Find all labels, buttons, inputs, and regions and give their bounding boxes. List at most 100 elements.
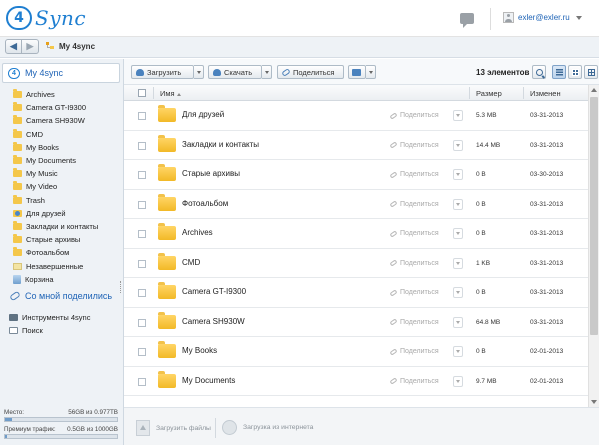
row-share-button[interactable]: Поделиться (389, 259, 439, 267)
sidebar-item-my-books[interactable]: My Books (13, 141, 98, 154)
tile-view-button[interactable] (568, 65, 582, 79)
upload-from-internet-link[interactable]: Загрузка из интернета (222, 420, 313, 435)
scrollbar-thumb[interactable] (590, 97, 598, 335)
table-row[interactable]: Archives Поделиться 0 B 03-31-2013 (124, 219, 588, 249)
table-row[interactable]: Фотоальбом Поделиться 0 B 03-31-2013 (124, 189, 588, 219)
sidebar-item-for-friends[interactable]: Для друзей (13, 207, 98, 220)
table-row[interactable]: My Documents Поделиться 9.7 MB 02-01-2013 (124, 366, 588, 396)
column-name-label: Имя (160, 89, 175, 98)
row-name[interactable]: Archives (182, 228, 213, 237)
4sync-logo[interactable]: 4 Sync (6, 5, 86, 31)
row-name[interactable]: My Books (182, 346, 217, 355)
sidebar-item-bookmarks-contacts[interactable]: Закладки и контакты (13, 220, 98, 233)
sidebar-item-recycle-bin[interactable]: Корзина (13, 273, 98, 286)
sidebar-item-old-archives[interactable]: Старые архивы (13, 233, 98, 246)
row-name[interactable]: CMD (182, 258, 200, 267)
upload-files-link[interactable]: Загрузить файлы (136, 420, 211, 436)
row-checkbox[interactable] (138, 348, 146, 356)
row-share-button[interactable]: Поделиться (389, 347, 439, 356)
download-button[interactable]: Скачать (208, 65, 262, 79)
row-checkbox[interactable] (138, 259, 146, 268)
row-share-button[interactable]: Поделиться (389, 318, 439, 326)
row-share-button[interactable]: Поделиться (389, 170, 439, 179)
back-button[interactable]: ◀ (5, 39, 22, 54)
sidebar-my-4sync[interactable]: 4 My 4sync (2, 63, 120, 83)
row-actions-dropdown[interactable] (453, 169, 463, 180)
row-checkbox[interactable] (138, 200, 146, 209)
table-row[interactable]: Для друзей Поделиться 5.3 MB 03-31-2013 (124, 101, 588, 131)
row-checkbox[interactable] (138, 112, 146, 120)
sidebar-item-search[interactable]: Поиск (9, 324, 90, 337)
sidebar-item-trash-folder[interactable]: Trash (13, 194, 98, 207)
scroll-up-arrow-icon[interactable] (591, 88, 597, 92)
vertical-scrollbar[interactable] (588, 85, 599, 407)
download-dropdown-button[interactable] (262, 65, 272, 79)
row-checkbox[interactable] (138, 289, 146, 297)
forward-button[interactable]: ▶ (22, 39, 39, 54)
row-actions-dropdown[interactable] (453, 287, 463, 298)
chat-icon[interactable] (460, 13, 474, 28)
row-actions-dropdown[interactable] (453, 198, 463, 210)
share-button[interactable]: Поделиться (277, 65, 344, 79)
row-share-button[interactable]: Поделиться (389, 141, 439, 149)
row-actions-dropdown[interactable] (453, 346, 463, 357)
column-size-header[interactable]: Размер (476, 89, 502, 98)
upload-button[interactable]: Загрузить (131, 65, 194, 79)
list-view-button[interactable] (552, 65, 566, 79)
row-name[interactable]: Старые архивы (182, 169, 240, 178)
sidebar-item-camera-gt-i9300[interactable]: Camera GT-I9300 (13, 101, 98, 114)
select-all-checkbox[interactable] (138, 89, 146, 97)
column-name-header[interactable]: Имя (160, 89, 181, 98)
row-actions-dropdown[interactable] (453, 257, 463, 269)
table-row[interactable]: Camera GT-I9300 Поделиться 0 B 03-31-2013 (124, 278, 588, 308)
row-name[interactable]: Закладки и контакты (182, 140, 259, 149)
user-menu[interactable]: exler@exler.ru (503, 12, 582, 23)
row-checkbox[interactable] (138, 141, 146, 150)
table-row[interactable]: Camera SH930W Поделиться 64.8 MB 03-31-2013 (124, 307, 588, 337)
row-name[interactable]: Для друзей (182, 110, 224, 119)
row-checkbox[interactable] (138, 377, 146, 386)
sidebar-resize-handle[interactable] (120, 281, 122, 293)
row-actions-dropdown[interactable] (453, 316, 463, 328)
row-checkbox[interactable] (138, 318, 146, 327)
chevron-down-icon[interactable] (575, 15, 582, 20)
user-email[interactable]: exler@exler.ru (518, 13, 570, 22)
row-share-button[interactable]: Поделиться (389, 288, 439, 297)
sidebar-item-my-documents[interactable]: My Documents (13, 154, 98, 167)
row-actions-dropdown[interactable] (453, 375, 463, 387)
more-actions-button[interactable] (348, 65, 366, 79)
row-share-button[interactable]: Поделиться (389, 200, 439, 208)
sidebar-item-my-music[interactable]: My Music (13, 167, 98, 180)
row-name[interactable]: Фотоальбом (182, 199, 228, 208)
table-row[interactable]: CMD Поделиться 1 KB 03-31-2013 (124, 248, 588, 278)
sidebar-item-camera-sh930w[interactable]: Camera SH930W (13, 114, 98, 127)
search-button[interactable] (532, 65, 546, 79)
row-name[interactable]: Camera SH930W (182, 317, 245, 326)
row-checkbox[interactable] (138, 171, 146, 179)
row-actions-dropdown[interactable] (453, 139, 463, 151)
sidebar-item-archives[interactable]: Archives (13, 88, 98, 101)
more-actions-dropdown[interactable] (366, 65, 376, 79)
sidebar-item-cmd[interactable]: CMD (13, 128, 98, 141)
upload-dropdown-button[interactable] (194, 65, 204, 79)
row-name[interactable]: Camera GT-I9300 (182, 287, 246, 296)
row-checkbox[interactable] (138, 230, 146, 238)
sidebar-item-photo-album[interactable]: Фотоальбом (13, 246, 98, 259)
shared-with-me-link[interactable]: Со мной поделились (9, 290, 112, 302)
sidebar-item-unfinished[interactable]: Незавершенные (13, 259, 98, 272)
table-row[interactable]: Старые архивы Поделиться 0 B 03-30-2013 (124, 160, 588, 190)
row-share-button[interactable]: Поделиться (389, 229, 439, 238)
row-name[interactable]: My Documents (182, 376, 235, 385)
row-actions-dropdown[interactable] (453, 110, 463, 121)
sidebar-item-tools[interactable]: Инструменты 4sync (9, 311, 90, 324)
row-actions-dropdown[interactable] (453, 228, 463, 239)
table-row[interactable]: My Books Поделиться 0 B 02-01-2013 (124, 337, 588, 367)
grid-view-icon (587, 68, 595, 76)
row-share-button[interactable]: Поделиться (389, 377, 439, 385)
table-row[interactable]: Закладки и контакты Поделиться 14.4 MB 03-3… (124, 130, 588, 160)
column-modified-header[interactable]: Изменен (530, 89, 561, 98)
grid-view-button[interactable] (584, 65, 598, 79)
sidebar-item-my-video[interactable]: My Video (13, 180, 98, 193)
row-share-button[interactable]: Поделиться (389, 111, 439, 120)
scroll-down-arrow-icon[interactable] (591, 400, 597, 404)
